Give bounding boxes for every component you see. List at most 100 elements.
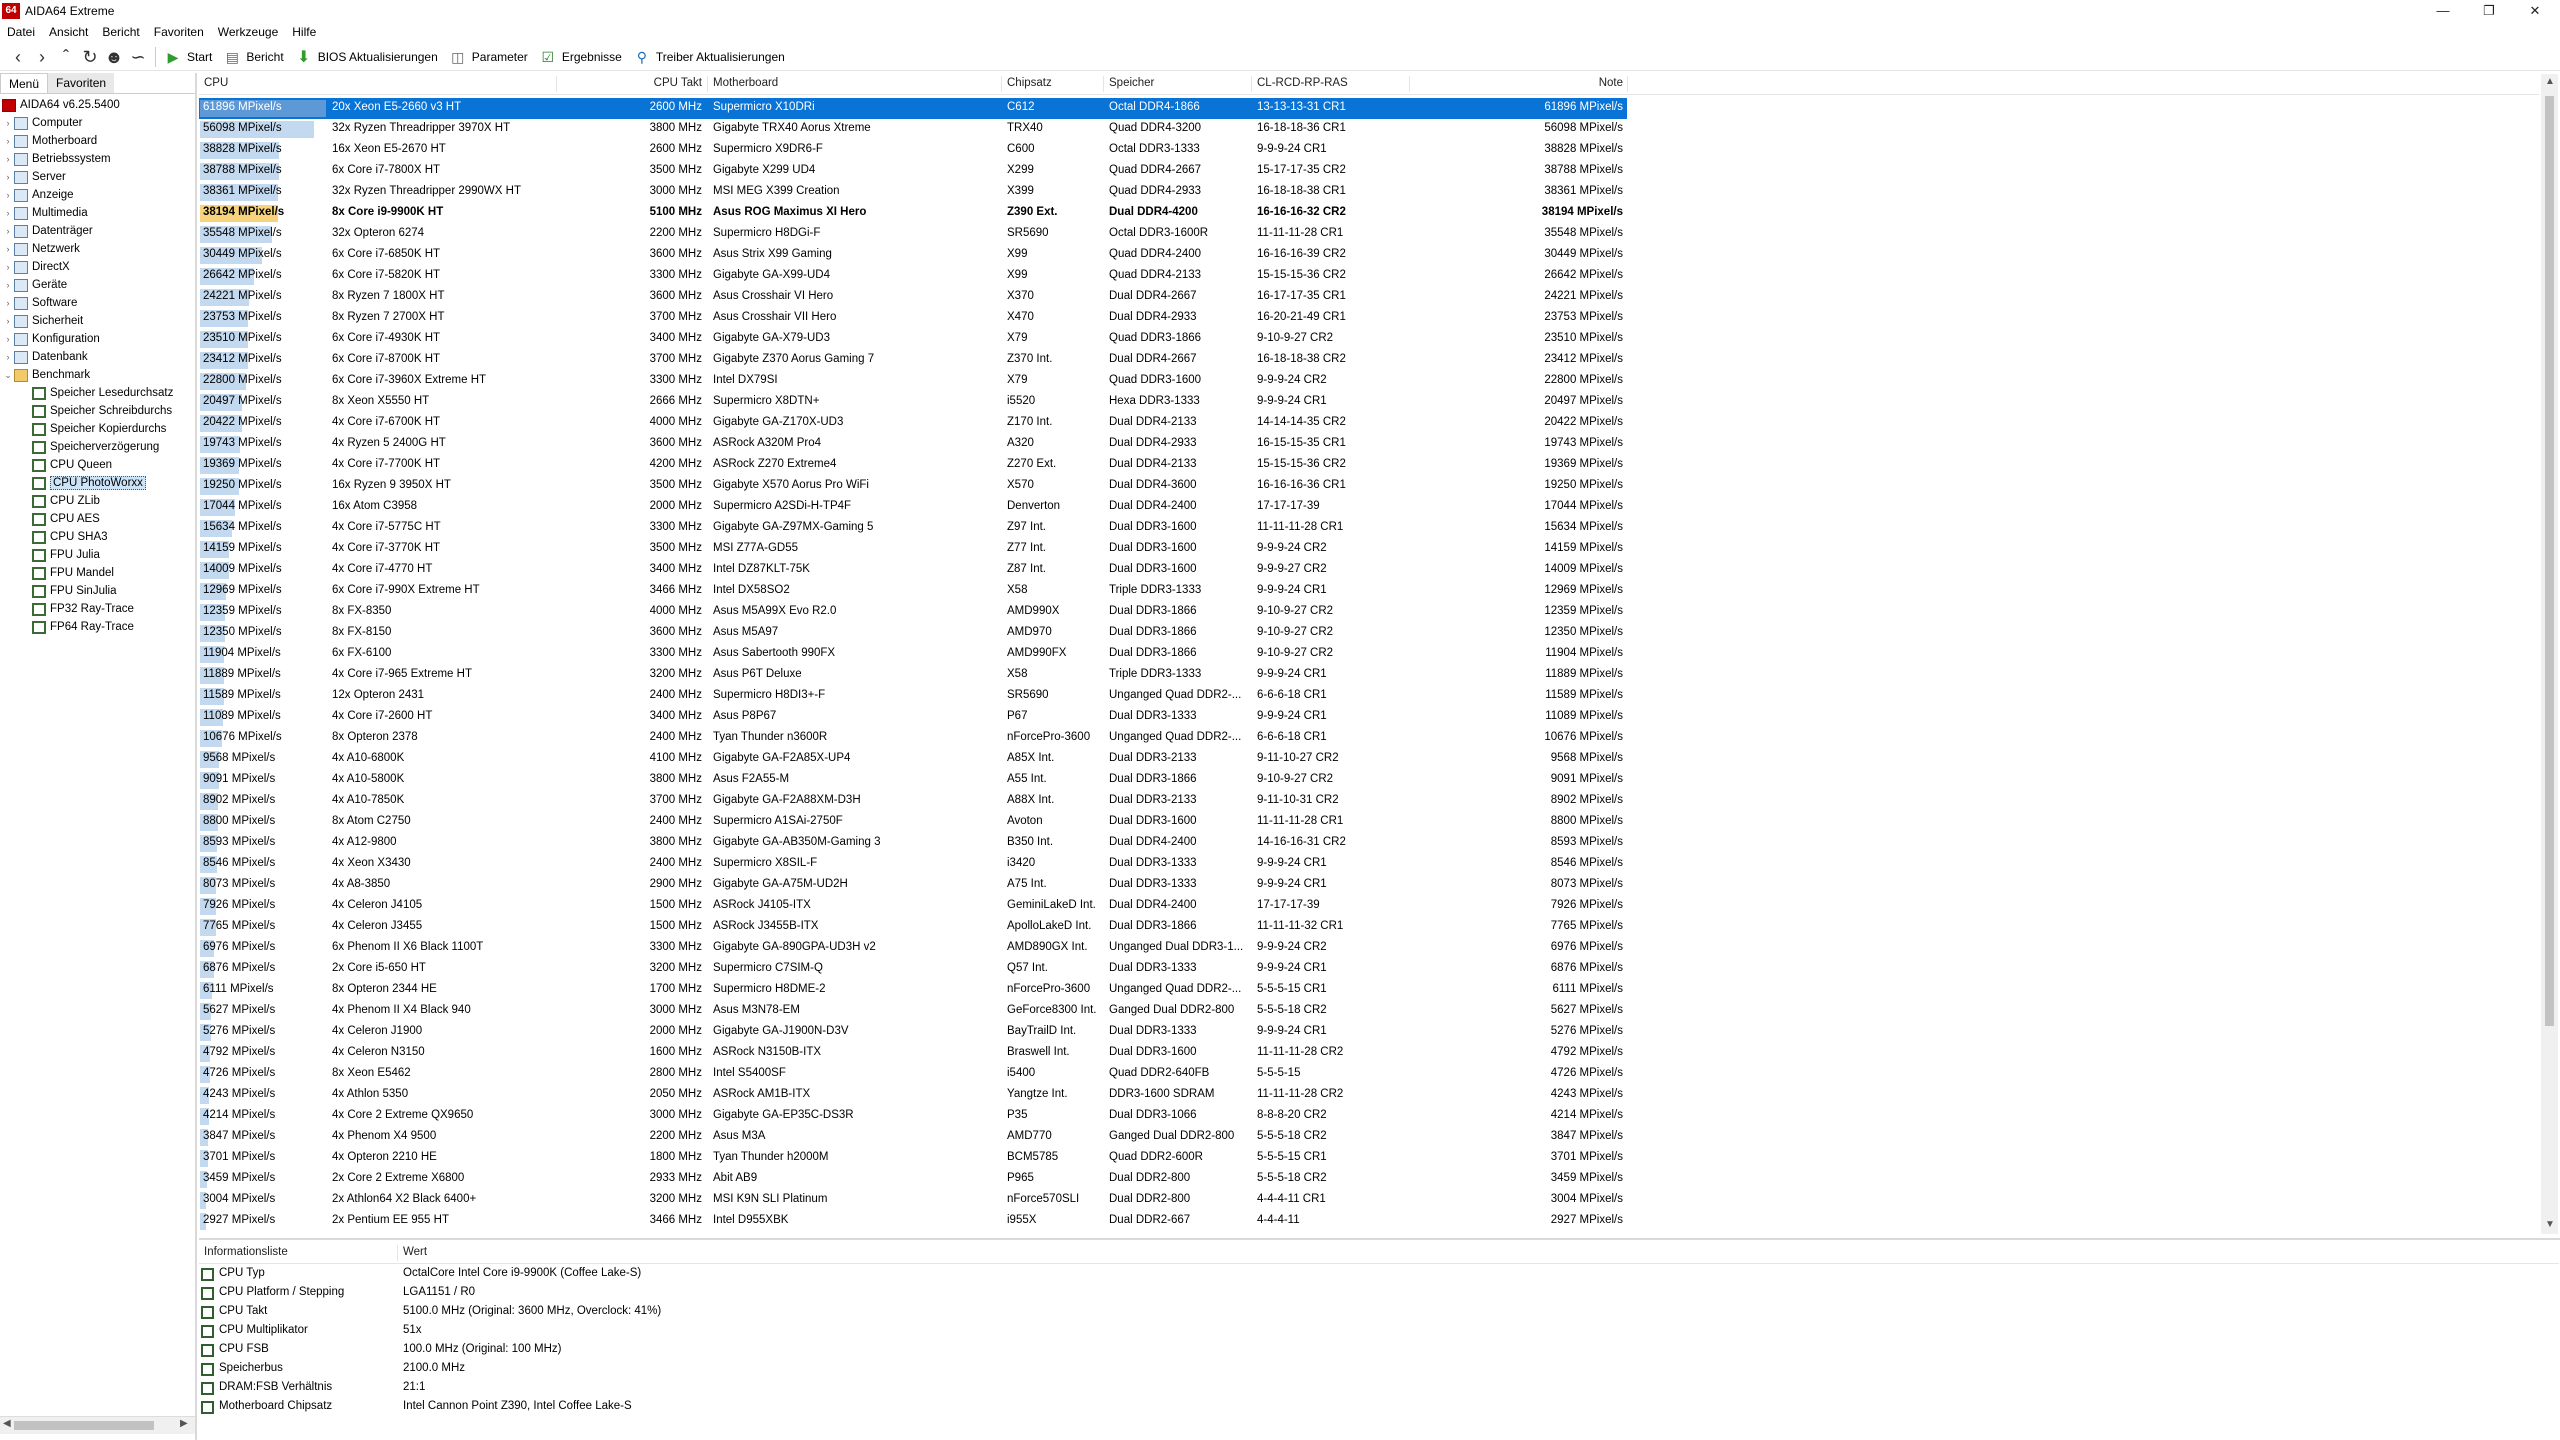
table-row[interactable]: 11904 MPixel/s 6x FX-6100 3300 MHz Asus Sab… [199,644,2539,665]
expand-chevron-icon[interactable]: › [2,226,14,236]
tree-item[interactable]: › Server [0,168,195,186]
info-row[interactable]: CPU Typ OctalCore Intel Core i9-9900K (Co… [199,1265,2559,1284]
column-header-chipset[interactable]: Chipsatz [1007,77,1052,89]
table-row[interactable]: 3701 MPixel/s 4x Opteron 2210 HE 1800 MHz T… [199,1148,2539,1169]
table-row[interactable]: 35548 MPixel/s 32x Opteron 6274 2200 MHz Su… [199,224,2539,245]
tree-item[interactable]: › Datenbank [0,348,195,366]
bios-update-button[interactable]: ⬇ BIOS Aktualisierungen [292,46,444,68]
info-row[interactable]: CPU FSB 100.0 MHz (Original: 100 MHz) [199,1341,2559,1360]
tree-item[interactable]: CPU ZLib [0,492,195,510]
table-row[interactable]: 3459 MPixel/s 2x Core 2 Extreme X6800 2933… [199,1169,2539,1190]
tree-item[interactable]: › Motherboard [0,132,195,150]
expand-chevron-icon[interactable]: › [2,262,14,272]
table-row[interactable]: 22800 MPixel/s 6x Core i7-3960X Extreme H… [199,371,2539,392]
info-row[interactable]: Motherboard Chipsatz Intel Cannon Point Z… [199,1398,2559,1417]
column-header-motherboard[interactable]: Motherboard [713,77,778,89]
menu-datei[interactable]: Datei [0,25,42,39]
tree-item[interactable]: FPU Mandel [0,564,195,582]
table-row[interactable]: 61896 MPixel/s 20x Xeon E5-2660 v3 HT 2600… [199,98,1627,119]
column-divider[interactable] [1251,76,1252,92]
table-row[interactable]: 4726 MPixel/s 8x Xeon E5462 2800 MHz Intel … [199,1064,2539,1085]
info-header-value[interactable]: Wert [403,1246,427,1258]
table-row[interactable]: 11889 MPixel/s 4x Core i7-965 Extreme HT 3… [199,665,2539,686]
column-divider[interactable] [707,76,708,92]
scroll-down-icon[interactable]: ▼ [2545,1219,2555,1230]
column-divider[interactable] [1001,76,1002,92]
expand-chevron-icon[interactable]: › [2,208,14,218]
close-icon[interactable]: ✕ [2512,0,2558,22]
info-row[interactable]: CPU Platform / Stepping LGA1151 / R0 [199,1284,2559,1303]
table-row[interactable]: 56098 MPixel/s 32x Ryzen Threadripper 397… [199,119,2539,140]
table-row[interactable]: 15634 MPixel/s 4x Core i7-5775C HT 3300 MH… [199,518,2539,539]
table-row[interactable]: 19369 MPixel/s 4x Core i7-7700K HT 4200 MH… [199,455,2539,476]
tree-item[interactable]: › Geräte [0,276,195,294]
info-row[interactable]: CPU Takt 5100.0 MHz (Original: 3600 MHz, … [199,1303,2559,1322]
table-row[interactable]: 6976 MPixel/s 6x Phenom II X6 Black 1100T… [199,938,2539,959]
scroll-left-icon[interactable]: ◀ [3,1418,11,1429]
start-button[interactable]: ▶ Start [161,46,218,68]
info-row[interactable]: DRAM:FSB Verhältnis 21:1 [199,1379,2559,1398]
column-divider[interactable] [556,76,557,92]
table-row[interactable]: 4214 MPixel/s 4x Core 2 Extreme QX9650 300… [199,1106,2539,1127]
tree-item[interactable]: FPU Julia [0,546,195,564]
column-header-memory[interactable]: Speicher [1109,77,1154,89]
info-panel-divider[interactable] [199,1238,2560,1240]
bericht-button[interactable]: ▤ Bericht [220,46,289,68]
table-row[interactable]: 11589 MPixel/s 12x Opteron 2431 2400 MHz Su… [199,686,2539,707]
table-row[interactable]: 38194 MPixel/s 8x Core i9-9900K HT 5100 MH… [199,203,2539,224]
ergebnisse-button[interactable]: ☑ Ergebnisse [536,46,628,68]
table-row[interactable]: 7765 MPixel/s 4x Celeron J3455 1500 MHz ASR… [199,917,2539,938]
tree-item[interactable]: Speicherverzögerung [0,438,195,456]
table-row[interactable]: 8546 MPixel/s 4x Xeon X3430 2400 MHz Superm… [199,854,2539,875]
table-row[interactable]: 8593 MPixel/s 4x A12-9800 3800 MHz Gigabyte… [199,833,2539,854]
tree-item[interactable]: › Computer [0,114,195,132]
table-row[interactable]: 14009 MPixel/s 4x Core i7-4770 HT 3400 MHz… [199,560,2539,581]
maximize-icon[interactable]: ❐ [2466,0,2512,22]
tree-item[interactable]: FP64 Ray-Trace [0,618,195,636]
expand-chevron-icon[interactable]: › [2,190,14,200]
table-row[interactable]: 26642 MPixel/s 6x Core i7-5820K HT 3300 MH… [199,266,2539,287]
back-icon[interactable]: ‹ [6,46,30,68]
expand-chevron-icon[interactable]: › [2,298,14,308]
table-row[interactable]: 4243 MPixel/s 4x Athlon 5350 2050 MHz ASRoc… [199,1085,2539,1106]
table-row[interactable]: 8902 MPixel/s 4x A10-7850K 3700 MHz Gigabyt… [199,791,2539,812]
table-row[interactable]: 38788 MPixel/s 6x Core i7-7800X HT 3500 MH… [199,161,2539,182]
expand-chevron-icon[interactable]: › [2,316,14,326]
table-row[interactable]: 9091 MPixel/s 4x A10-5800K 3800 MHz Asus F2… [199,770,2539,791]
tree-item[interactable]: AIDA64 v6.25.5400 [0,96,195,114]
table-row[interactable]: 20422 MPixel/s 4x Core i7-6700K HT 4000 MH… [199,413,2539,434]
forward-icon[interactable]: › [30,46,54,68]
table-row[interactable]: 38361 MPixel/s 32x Ryzen Threadripper 299… [199,182,2539,203]
column-header-note[interactable]: Note [1599,77,1623,89]
expand-chevron-icon[interactable]: › [2,280,14,290]
menu-bericht[interactable]: Bericht [95,25,146,39]
table-row[interactable]: 7926 MPixel/s 4x Celeron J4105 1500 MHz ASR… [199,896,2539,917]
tree-item[interactable]: ⌄ Benchmark [0,366,195,384]
table-row[interactable]: 8073 MPixel/s 4x A8-3850 2900 MHz Gigabyte … [199,875,2539,896]
table-row[interactable]: 23753 MPixel/s 8x Ryzen 7 2700X HT 3700 MH… [199,308,2539,329]
up-icon[interactable]: ˆ [54,46,78,68]
table-row[interactable]: 19250 MPixel/s 16x Ryzen 9 3950X HT 3500 M… [199,476,2539,497]
table-row[interactable]: 14159 MPixel/s 4x Core i7-3770K HT 3500 MH… [199,539,2539,560]
table-row[interactable]: 12969 MPixel/s 6x Core i7-990X Extreme HT… [199,581,2539,602]
left-horizontal-scrollbar[interactable]: ◀ ▶ [0,1416,195,1434]
expand-chevron-icon[interactable]: › [2,244,14,254]
tab-menu[interactable]: Menü [0,73,49,93]
tree-item[interactable]: Speicher Schreibdurchs [0,402,195,420]
tree-item[interactable]: CPU Queen [0,456,195,474]
tree-item[interactable]: CPU AES [0,510,195,528]
tree-item[interactable]: FPU SinJulia [0,582,195,600]
menu-favoriten[interactable]: Favoriten [147,25,211,39]
expand-chevron-icon[interactable]: › [2,118,14,128]
user-icon[interactable]: ☻ [102,46,126,68]
tree-item[interactable]: › Betriebssystem [0,150,195,168]
minimize-icon[interactable]: — [2420,0,2466,22]
expand-chevron-icon[interactable]: › [2,136,14,146]
driver-update-button[interactable]: ⚲ Treiber Aktualisierungen [630,46,791,68]
scroll-right-icon[interactable]: ▶ [180,1418,188,1429]
menu-hilfe[interactable]: Hilfe [285,25,323,39]
tree-item[interactable]: › DirectX [0,258,195,276]
expand-chevron-icon[interactable]: › [2,352,14,362]
table-row[interactable]: 23412 MPixel/s 6x Core i7-8700K HT 3700 MH… [199,350,2539,371]
column-header-cpu[interactable]: CPU [204,77,228,89]
